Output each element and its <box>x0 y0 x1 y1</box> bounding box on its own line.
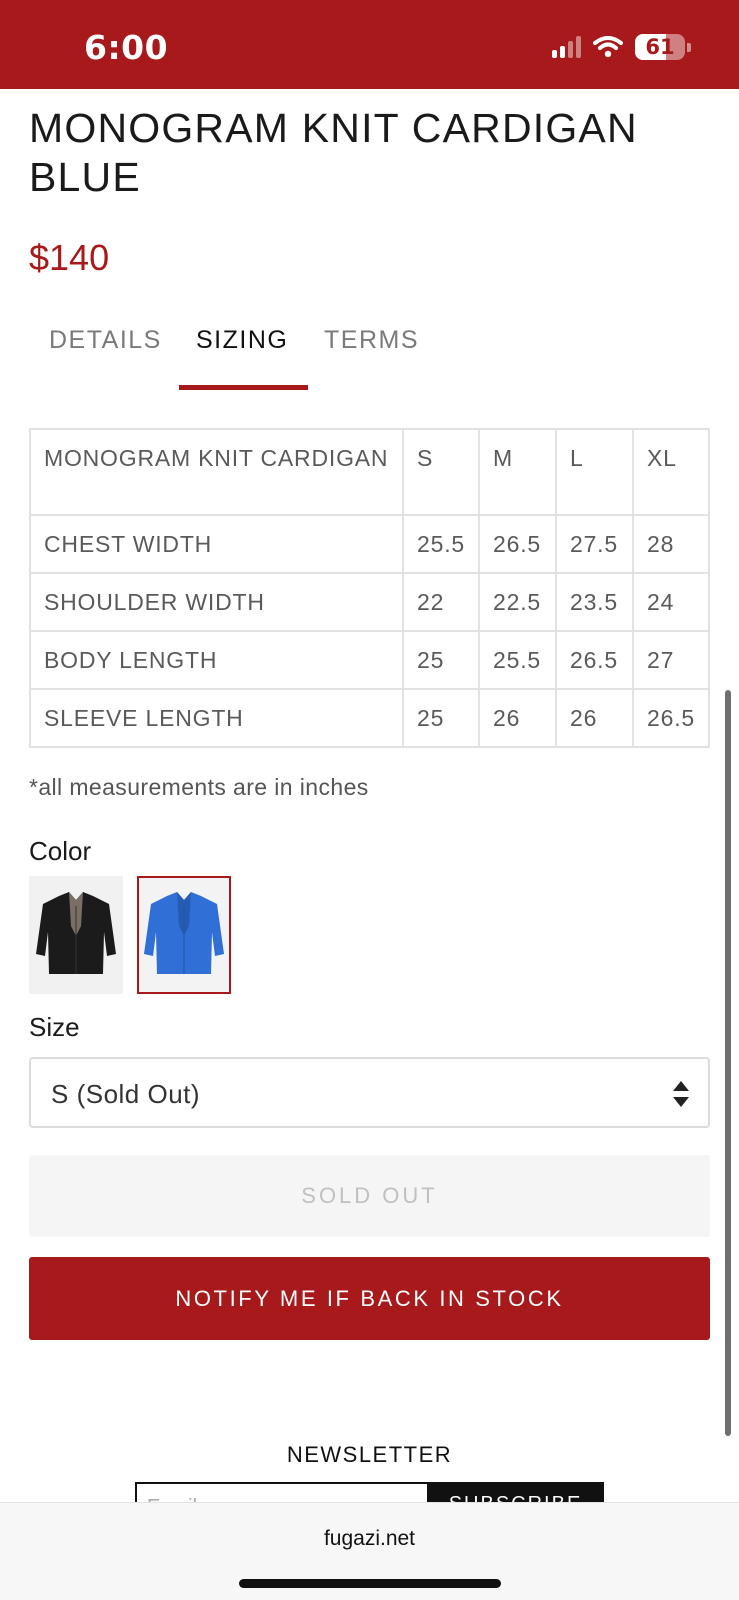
table-row: CHEST WIDTH 25.5 26.5 27.5 28 <box>28 514 710 574</box>
black-cardigan-image <box>36 892 116 974</box>
product-title: MONOGRAM KNIT CARDIGAN BLUE <box>29 105 638 200</box>
table-cell: 22 <box>402 572 481 632</box>
active-tab-indicator <box>179 385 308 390</box>
notify-me-button[interactable]: NOTIFY ME IF BACK IN STOCK <box>29 1257 710 1340</box>
table-cell: 22.5 <box>478 572 557 632</box>
table-cell: 25 <box>402 688 481 748</box>
product-price: $140 <box>29 237 110 278</box>
table-cell: 27.5 <box>554 514 635 574</box>
product-tabs: DETAILS SIZING TERMS <box>29 326 709 392</box>
table-cell: 25.5 <box>478 630 557 690</box>
scrollbar[interactable] <box>725 690 731 1436</box>
table-row: SLEEVE LENGTH 25 26 26 26.5 <box>28 688 710 748</box>
wifi-icon <box>593 36 623 58</box>
newsletter-title: NEWSLETTER <box>286 1442 453 1467</box>
table-cell: 26.5 <box>478 514 557 574</box>
browser-bar: fugazi.net <box>0 1502 739 1600</box>
table-header-cell: MONOGRAM KNIT CARDIGAN <box>28 428 405 516</box>
size-label: Size <box>29 1012 80 1042</box>
home-indicator <box>239 1579 501 1588</box>
size-selected-value: S (Sold Out) <box>51 1079 201 1109</box>
battery-percent: 61 <box>645 35 675 59</box>
table-cell: CHEST WIDTH <box>28 514 405 574</box>
table-header-cell: XL <box>632 428 710 516</box>
table-cell: 26 <box>554 688 635 748</box>
sold-out-button: SOLD OUT <box>29 1155 710 1237</box>
tab-sizing[interactable]: SIZING <box>196 326 288 355</box>
tab-terms[interactable]: TERMS <box>324 326 419 355</box>
table-row: SHOULDER WIDTH 22 22.5 23.5 24 <box>28 572 710 632</box>
table-cell: 28 <box>632 514 710 574</box>
blue-cardigan-image <box>144 892 224 974</box>
table-cell: 27 <box>632 630 710 690</box>
table-cell: SLEEVE LENGTH <box>28 688 405 748</box>
table-cell: 24 <box>632 572 710 632</box>
table-cell: 26.5 <box>554 630 635 690</box>
color-swatch-black[interactable] <box>29 876 123 994</box>
table-header-cell: S <box>402 428 481 516</box>
tab-details[interactable]: DETAILS <box>49 326 162 355</box>
table-header-cell: L <box>554 428 635 516</box>
table-cell: 25 <box>402 630 481 690</box>
color-label: Color <box>29 836 92 866</box>
battery-icon: 61 <box>635 34 685 60</box>
table-header-cell: M <box>478 428 557 516</box>
table-cell: 26 <box>478 688 557 748</box>
table-cell: 26.5 <box>632 688 710 748</box>
table-cell: BODY LENGTH <box>28 630 405 690</box>
table-header-row: MONOGRAM KNIT CARDIGAN S M L XL <box>28 428 710 516</box>
table-cell: 25.5 <box>402 514 481 574</box>
status-icons: 61 <box>552 34 691 60</box>
sizing-table: MONOGRAM KNIT CARDIGAN S M L XL CHEST WI… <box>28 428 710 748</box>
table-cell: SHOULDER WIDTH <box>28 572 405 632</box>
select-arrows-icon <box>673 1081 689 1107</box>
signal-icon <box>552 36 581 58</box>
size-select[interactable]: S (Sold Out) <box>29 1057 710 1128</box>
table-row: BODY LENGTH 25 25.5 26.5 27 <box>28 630 710 690</box>
table-cell: 23.5 <box>554 572 635 632</box>
url-bar[interactable]: fugazi.net <box>0 1527 739 1551</box>
battery-cap <box>687 42 691 52</box>
measurement-note: *all measurements are in inches <box>29 774 369 800</box>
status-bar: 6:00 61 <box>0 0 739 89</box>
status-time: 6:00 <box>84 28 169 67</box>
color-swatch-blue[interactable] <box>137 876 231 994</box>
